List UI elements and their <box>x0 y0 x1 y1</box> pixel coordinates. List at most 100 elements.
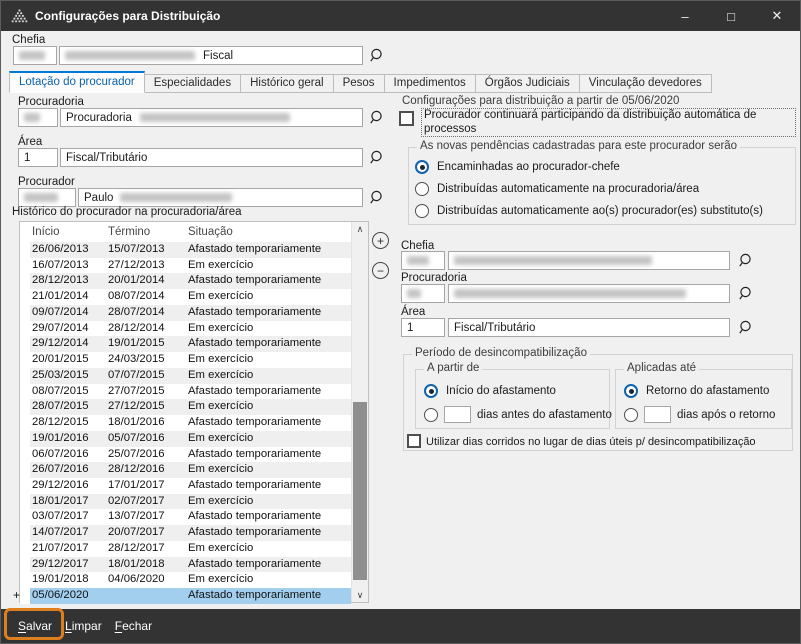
dias-antes-input[interactable] <box>444 406 471 423</box>
radio-icon[interactable] <box>415 160 429 174</box>
radio-option-encaminhadas-ao-procurador-chefe[interactable]: Encaminhadas ao procurador-chefe <box>415 160 763 174</box>
procuradoria-code-field[interactable] <box>18 108 58 127</box>
radio-option-distribuidas-automaticamente-ao-s-procur[interactable]: Distribuídas automaticamente ao(s) procu… <box>415 204 763 218</box>
scrollbar-thumb[interactable] <box>353 402 367 580</box>
tab-lotacao-do-procurador[interactable]: Lotação do procurador <box>9 71 145 93</box>
table-row[interactable]: 28/12/201320/01/2014Afastado temporariam… <box>20 273 351 289</box>
table-row[interactable]: +05/06/2020Afastado temporariamente <box>20 588 351 604</box>
radio-dias-apos[interactable] <box>624 408 638 422</box>
search-icon[interactable] <box>738 320 754 336</box>
salvar-button[interactable]: Salvar <box>18 619 52 633</box>
fechar-button[interactable]: Fechar <box>115 619 152 633</box>
radio-icon[interactable] <box>415 204 429 218</box>
area-code-field[interactable]: 1 <box>18 148 58 167</box>
table-row[interactable]: 21/01/201408/07/2014Em exercício <box>20 289 351 305</box>
config-distribuicao-label: Configurações para distribuição a partir… <box>402 95 679 107</box>
row-cells: 18/01/201702/07/2017Em exercício <box>30 494 351 510</box>
radio-inicio-afastamento[interactable] <box>424 384 438 398</box>
search-icon[interactable] <box>369 150 385 166</box>
cell-inicio: 19/01/2018 <box>30 572 108 588</box>
tab-vinculacao-devedores[interactable]: Vinculação devedores <box>579 74 712 93</box>
redacted-text <box>454 256 652 265</box>
table-row[interactable]: 14/07/201720/07/2017Afastado temporariam… <box>20 525 351 541</box>
table-row[interactable]: 25/03/201507/07/2015Em exercício <box>20 368 351 384</box>
radio-icon[interactable] <box>415 182 429 196</box>
table-row[interactable]: 21/07/201728/12/2017Em exercício <box>20 541 351 557</box>
table-row[interactable]: 29/12/201718/01/2018Afastado temporariam… <box>20 557 351 573</box>
scroll-up-icon[interactable]: ∧ <box>352 222 368 236</box>
chefia-right-name-field[interactable] <box>448 251 730 270</box>
footer-bar: Salvar Limpar Fechar <box>1 609 800 643</box>
area-name-field[interactable]: Fiscal/Tributário <box>60 148 363 167</box>
search-icon[interactable] <box>369 48 385 64</box>
cell-termino: 27/12/2013 <box>108 258 188 274</box>
cell-termino: 18/01/2018 <box>108 557 188 573</box>
cell-termino: 18/01/2016 <box>108 415 188 431</box>
cell-inicio: 09/07/2014 <box>30 305 108 321</box>
search-icon[interactable] <box>369 110 385 126</box>
maximize-icon[interactable]: □ <box>708 1 754 31</box>
cell-situacao: Em exercício <box>188 494 351 510</box>
row-margin <box>20 321 30 337</box>
dias-apos-label: dias após o retorno <box>677 409 775 421</box>
procuradoria-name-field[interactable]: Procuradoria <box>60 108 363 127</box>
table-row[interactable]: 19/01/201605/07/2016Em exercício <box>20 431 351 447</box>
table-row[interactable]: 29/07/201428/12/2014Em exercício <box>20 321 351 337</box>
checkbox-continuar-distribuicao[interactable] <box>399 111 414 126</box>
tab-orgaos-judiciais[interactable]: Órgãos Judiciais <box>475 74 580 93</box>
table-row[interactable]: 20/01/201524/03/2015Em exercício <box>20 352 351 368</box>
table-row[interactable]: 03/07/201713/07/2017Afastado temporariam… <box>20 509 351 525</box>
row-margin <box>20 447 30 463</box>
table-row[interactable]: 09/07/201428/07/2014Afastado temporariam… <box>20 305 351 321</box>
tab-especialidades[interactable]: Especialidades <box>144 74 241 93</box>
close-icon[interactable]: ✕ <box>754 1 800 31</box>
cell-termino: 13/07/2017 <box>108 509 188 525</box>
scroll-down-icon[interactable]: ∨ <box>352 588 368 602</box>
tab-pesos[interactable]: Pesos <box>333 74 385 93</box>
table-row[interactable]: 29/12/201419/01/2015Afastado temporariam… <box>20 336 351 352</box>
checkbox-dias-corridos[interactable] <box>407 434 421 448</box>
area-right-name-field[interactable]: Fiscal/Tributário <box>448 318 730 337</box>
procuradoria-label: Procuradoria <box>18 96 84 108</box>
table-row[interactable]: 28/12/201518/01/2016Afastado temporariam… <box>20 415 351 431</box>
cell-termino: 27/12/2015 <box>108 399 188 415</box>
table-row[interactable]: 06/07/201625/07/2016Afastado temporariam… <box>20 447 351 463</box>
checkbox-continuar-label[interactable]: Procurador continuará participando da di… <box>421 108 796 137</box>
table-row[interactable]: 28/07/201527/12/2015Em exercício <box>20 399 351 415</box>
chefia-top-code-field[interactable] <box>13 46 57 65</box>
search-icon[interactable] <box>738 253 754 269</box>
dias-apos-input[interactable] <box>644 406 671 423</box>
table-row[interactable]: 18/01/201702/07/2017Em exercício <box>20 494 351 510</box>
table-row[interactable]: 29/12/201617/01/2017Afastado temporariam… <box>20 478 351 494</box>
minimize-icon[interactable]: – <box>662 1 708 31</box>
tab-impedimentos[interactable]: Impedimentos <box>384 74 476 93</box>
row-margin <box>20 557 30 573</box>
table-row[interactable]: 16/07/201327/12/2013Em exercício <box>20 258 351 274</box>
limpar-button[interactable]: Limpar <box>65 619 102 633</box>
search-icon[interactable] <box>369 190 385 206</box>
chefia-top-name-field[interactable]: Fiscal <box>59 46 363 65</box>
add-record-button[interactable]: + <box>372 232 389 249</box>
radio-dias-antes[interactable] <box>424 408 438 422</box>
remove-record-button[interactable]: − <box>372 262 389 279</box>
procuradoria-right-code-field[interactable] <box>401 284 445 303</box>
procurador-name-field[interactable]: Paulo <box>78 188 363 207</box>
table-row[interactable]: 26/06/201315/07/2013Afastado temporariam… <box>20 242 351 258</box>
vertical-scrollbar[interactable]: ∧ ∨ <box>351 222 368 602</box>
checkbox-dias-corridos-label: Utilizar dias corridos no lugar de dias … <box>426 436 756 448</box>
row-cells: 05/06/2020Afastado temporariamente <box>30 588 351 604</box>
tab-historico-geral[interactable]: Histórico geral <box>240 74 334 93</box>
search-icon[interactable] <box>738 286 754 302</box>
procurador-code-field[interactable] <box>18 188 76 207</box>
table-row[interactable]: 19/01/201804/06/2020Em exercício <box>20 572 351 588</box>
area-right-code-field[interactable]: 1 <box>401 318 445 337</box>
procuradoria-right-name-field[interactable] <box>448 284 730 303</box>
cell-situacao: Em exercício <box>188 572 351 588</box>
procuradoria-name-prefix: Procuradoria <box>66 112 132 124</box>
table-row[interactable]: 26/07/201628/12/2016Em exercício <box>20 462 351 478</box>
chefia-right-code-field[interactable] <box>401 251 445 270</box>
radio-option-distribuidas-automaticamente-na-procurad[interactable]: Distribuídas automaticamente na procurad… <box>415 182 763 196</box>
table-row[interactable]: 08/07/201527/07/2015Afastado temporariam… <box>20 384 351 400</box>
cell-termino <box>108 588 188 604</box>
radio-retorno-afastamento[interactable] <box>624 384 638 398</box>
